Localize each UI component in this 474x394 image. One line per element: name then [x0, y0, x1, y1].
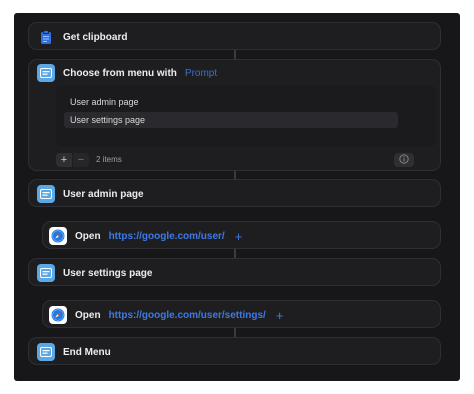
url-parameter[interactable]: https://google.com/user/settings/ — [109, 310, 266, 321]
add-parameter-button[interactable]: + — [276, 309, 284, 322]
menu-icon — [37, 343, 55, 361]
safari-icon — [49, 306, 67, 324]
case-title: User admin page — [63, 188, 144, 200]
info-button[interactable] — [394, 153, 414, 167]
connector-line — [234, 327, 236, 337]
menu-icon — [37, 264, 55, 282]
open-verb: Open — [75, 230, 101, 242]
action-title: Choose from menu with — [63, 67, 177, 79]
add-item-button[interactable]: + — [56, 153, 72, 167]
shortcut-editor: Get clipboard Choose from menu with Prom… — [14, 13, 460, 381]
open-url-action-settings[interactable]: Open https://google.com/user/settings/ + — [42, 300, 441, 328]
action-title: End Menu — [63, 346, 111, 358]
item-count: 2 items — [96, 155, 122, 164]
choose-from-menu-action[interactable]: Choose from menu with Prompt User admin … — [28, 59, 441, 171]
menu-case-user-settings[interactable]: User settings page — [28, 258, 441, 286]
menu-item[interactable]: User admin page — [64, 94, 139, 110]
url-parameter[interactable]: https://google.com/user/ — [109, 231, 225, 242]
menu-items-list: User admin page User settings page — [56, 85, 436, 147]
connector-line — [234, 248, 236, 258]
add-parameter-button[interactable]: + — [235, 230, 243, 243]
menu-icon — [37, 185, 55, 203]
prompt-parameter[interactable]: Prompt — [185, 68, 217, 79]
safari-icon — [49, 227, 67, 245]
get-clipboard-action[interactable]: Get clipboard — [28, 22, 441, 50]
remove-item-button[interactable]: − — [73, 153, 89, 167]
clipboard-icon — [37, 28, 55, 46]
open-verb: Open — [75, 309, 101, 321]
case-title: User settings page — [63, 267, 153, 279]
info-icon — [399, 151, 409, 169]
open-url-action-admin[interactable]: Open https://google.com/user/ + — [42, 221, 441, 249]
items-stepper: + − — [56, 153, 89, 167]
menu-item-selected[interactable]: User settings page — [64, 112, 398, 128]
end-menu-action[interactable]: End Menu — [28, 337, 441, 365]
menu-case-user-admin[interactable]: User admin page — [28, 179, 441, 207]
menu-icon — [37, 64, 55, 82]
action-title: Get clipboard — [63, 31, 128, 43]
